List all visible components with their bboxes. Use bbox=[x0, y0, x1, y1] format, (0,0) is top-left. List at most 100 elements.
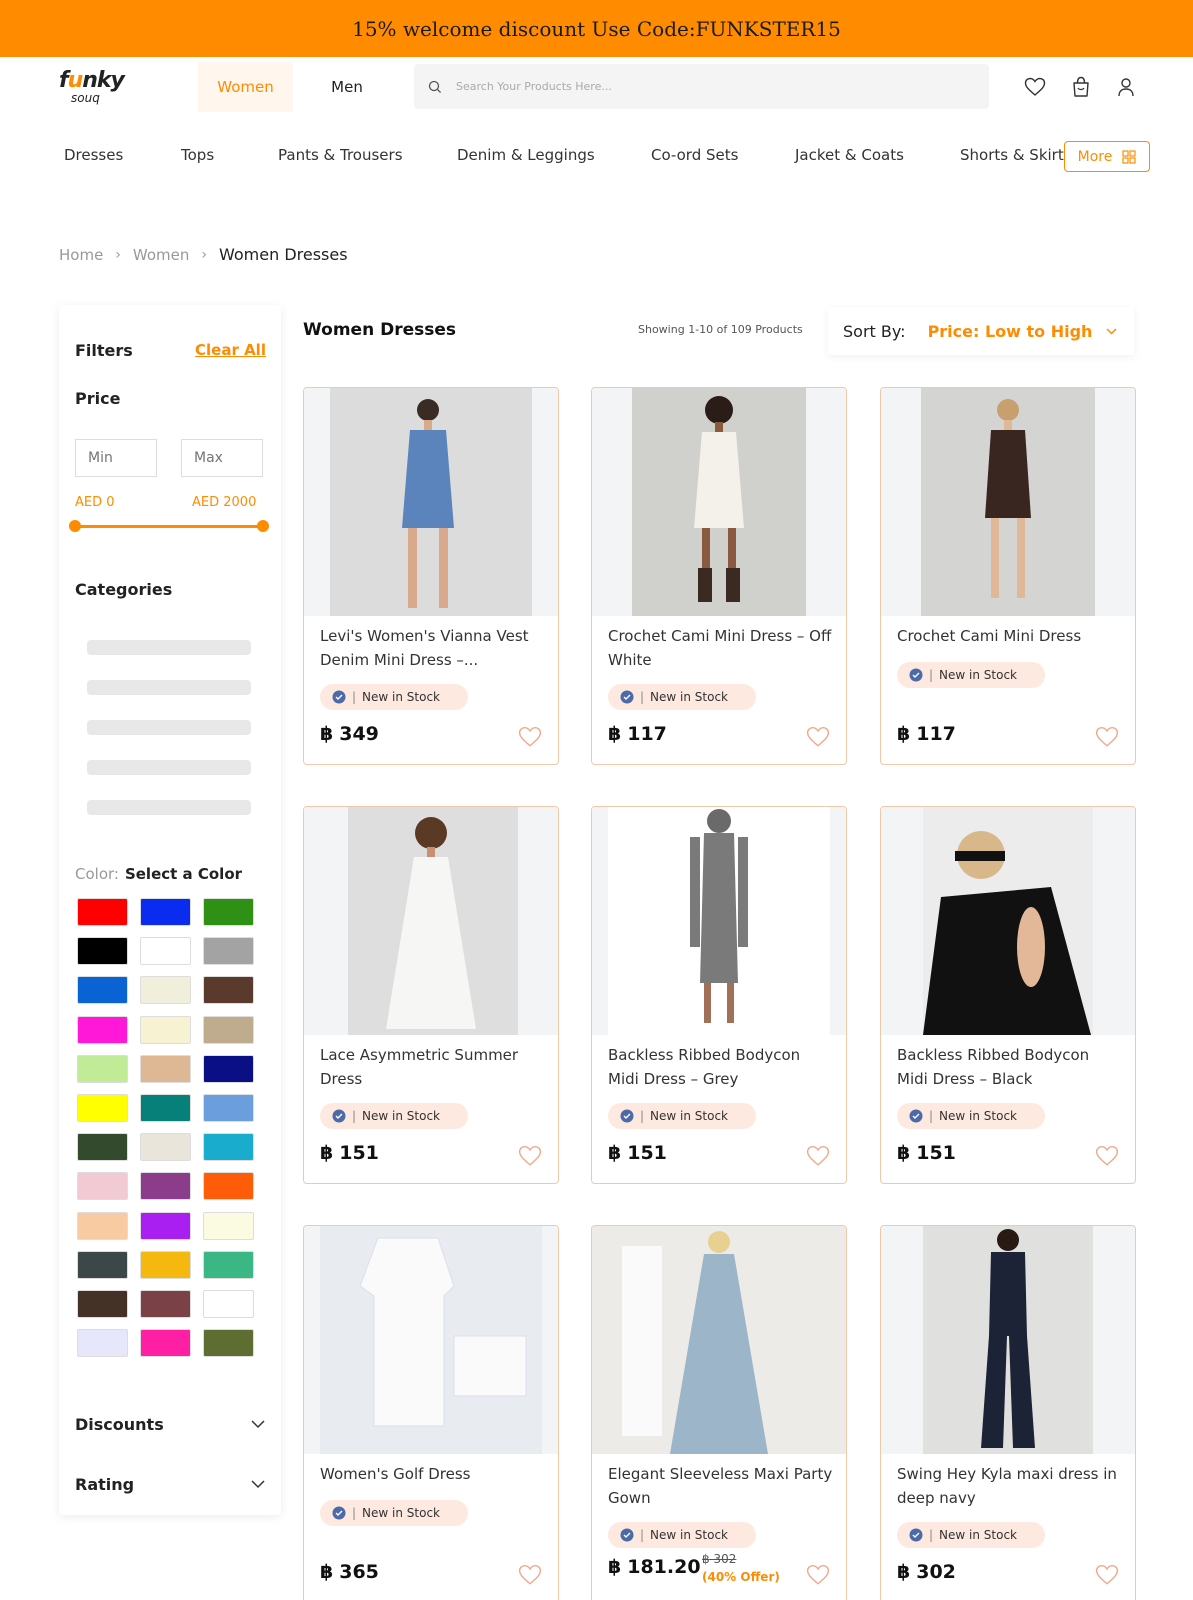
price-max-input[interactable] bbox=[181, 439, 263, 477]
tab-men[interactable]: Men bbox=[312, 62, 382, 112]
product-title[interactable]: Crochet Cami Mini Dress – Off White bbox=[608, 624, 834, 672]
color-swatch[interactable] bbox=[140, 1133, 191, 1162]
product-image[interactable] bbox=[881, 388, 1135, 616]
color-swatch[interactable] bbox=[77, 1290, 128, 1318]
search-input[interactable] bbox=[456, 80, 956, 93]
tab-women[interactable]: Women bbox=[198, 62, 293, 112]
category-jacket-coats[interactable]: Jacket & Coats bbox=[795, 146, 904, 164]
product-image[interactable] bbox=[304, 807, 558, 1035]
color-swatch[interactable] bbox=[203, 1329, 254, 1358]
color-swatch[interactable] bbox=[203, 1054, 254, 1083]
color-swatch[interactable] bbox=[140, 1094, 191, 1122]
account-button[interactable] bbox=[1113, 74, 1139, 100]
category-denim-leggings[interactable]: Denim & Leggings bbox=[457, 146, 595, 164]
price-slider-min-handle[interactable] bbox=[69, 520, 81, 532]
category-shorts-skirt[interactable]: Shorts & Skirt bbox=[960, 146, 1064, 164]
product-title[interactable]: Swing Hey Kyla maxi dress in deep navy bbox=[897, 1462, 1123, 1510]
color-swatch[interactable] bbox=[203, 1094, 254, 1122]
product-title[interactable]: Crochet Cami Mini Dress bbox=[897, 624, 1123, 648]
product-image[interactable] bbox=[304, 1226, 558, 1454]
color-swatch[interactable] bbox=[203, 1250, 254, 1279]
color-swatch[interactable] bbox=[203, 1172, 254, 1201]
product-title[interactable]: Women's Golf Dress bbox=[320, 1462, 546, 1486]
color-swatch[interactable] bbox=[203, 1133, 254, 1162]
category-co-ord-sets[interactable]: Co-ord Sets bbox=[651, 146, 738, 164]
product-title[interactable]: Lace Asymmetric Summer Dress bbox=[320, 1043, 546, 1091]
brand-logo[interactable]: funky souq bbox=[59, 70, 139, 106]
color-swatch[interactable] bbox=[140, 1329, 191, 1358]
product-card[interactable]: Levi's Women's Vianna Vest Denim Mini Dr… bbox=[303, 387, 559, 765]
color-swatch[interactable] bbox=[203, 898, 254, 926]
color-swatch[interactable] bbox=[77, 1329, 128, 1358]
product-image[interactable] bbox=[881, 807, 1135, 1035]
product-image[interactable] bbox=[592, 807, 846, 1035]
wishlist-toggle[interactable] bbox=[518, 1145, 544, 1169]
color-swatch[interactable] bbox=[140, 937, 191, 966]
color-swatch[interactable] bbox=[203, 1015, 254, 1044]
color-swatch[interactable] bbox=[77, 976, 128, 1005]
wishlist-toggle[interactable] bbox=[806, 726, 832, 750]
color-swatch[interactable] bbox=[140, 1172, 191, 1201]
color-swatch[interactable] bbox=[140, 1015, 191, 1044]
product-card[interactable]: Crochet Cami Mini Dress | New in Stock ฿ 1… bbox=[880, 387, 1136, 765]
color-swatch[interactable] bbox=[77, 1015, 128, 1044]
color-swatch[interactable] bbox=[140, 1290, 191, 1318]
product-image[interactable] bbox=[592, 1226, 846, 1454]
sort-dropdown[interactable]: Sort By: Price: Low to High bbox=[828, 307, 1134, 355]
wishlist-toggle[interactable] bbox=[518, 726, 544, 750]
color-swatch[interactable] bbox=[77, 937, 128, 966]
color-swatch[interactable] bbox=[77, 1250, 128, 1279]
color-swatch[interactable] bbox=[140, 898, 191, 926]
color-swatch[interactable] bbox=[203, 1290, 254, 1318]
color-swatch[interactable] bbox=[77, 1054, 128, 1083]
color-swatch[interactable] bbox=[77, 1133, 128, 1162]
breadcrumb-women[interactable]: Women bbox=[133, 246, 189, 264]
cart-button[interactable] bbox=[1068, 74, 1094, 100]
product-card[interactable]: Lace Asymmetric Summer Dress | New in Sto… bbox=[303, 806, 559, 1184]
category-tops[interactable]: Tops bbox=[181, 146, 214, 164]
product-title[interactable]: Levi's Women's Vianna Vest Denim Mini Dr… bbox=[320, 624, 546, 672]
color-swatch[interactable] bbox=[140, 1250, 191, 1279]
color-swatch[interactable] bbox=[140, 1211, 191, 1240]
color-swatch[interactable] bbox=[203, 976, 254, 1005]
product-card[interactable]: Women's Golf Dress | New in Stock ฿ 365 bbox=[303, 1225, 559, 1600]
wishlist-toggle[interactable] bbox=[1095, 1145, 1121, 1169]
clear-all-link[interactable]: Clear All bbox=[195, 341, 266, 359]
color-swatch[interactable] bbox=[77, 1211, 128, 1240]
wishlist-toggle[interactable] bbox=[1095, 726, 1121, 750]
breadcrumb-home[interactable]: Home bbox=[59, 246, 103, 264]
product-title[interactable]: Backless Ribbed Bodycon Midi Dress – Bla… bbox=[897, 1043, 1123, 1091]
wishlist-toggle[interactable] bbox=[806, 1145, 832, 1169]
product-card[interactable]: Swing Hey Kyla maxi dress in deep navy |… bbox=[880, 1225, 1136, 1600]
wishlist-button[interactable] bbox=[1022, 74, 1048, 100]
category-pants-trousers[interactable]: Pants & Trousers bbox=[278, 146, 403, 164]
product-title[interactable]: Elegant Sleeveless Maxi Party Gown bbox=[608, 1462, 834, 1510]
color-swatch[interactable] bbox=[77, 1172, 128, 1201]
color-swatch[interactable] bbox=[203, 1211, 254, 1240]
product-price: ฿ 349 bbox=[320, 723, 379, 745]
color-swatch[interactable] bbox=[203, 937, 254, 966]
product-title[interactable]: Backless Ribbed Bodycon Midi Dress – Gre… bbox=[608, 1043, 834, 1091]
price-min-input[interactable] bbox=[75, 439, 157, 477]
color-swatch[interactable] bbox=[77, 898, 128, 926]
wishlist-toggle[interactable] bbox=[518, 1564, 544, 1588]
product-image[interactable] bbox=[881, 1226, 1135, 1454]
product-card[interactable]: Crochet Cami Mini Dress – Off White | New… bbox=[591, 387, 847, 765]
category-dresses[interactable]: Dresses bbox=[64, 146, 123, 164]
product-image[interactable] bbox=[592, 388, 846, 616]
product-card[interactable]: Elegant Sleeveless Maxi Party Gown | New … bbox=[591, 1225, 847, 1600]
wishlist-toggle[interactable] bbox=[806, 1564, 832, 1588]
more-categories-button[interactable]: More bbox=[1064, 141, 1150, 172]
product-image[interactable] bbox=[304, 388, 558, 616]
wishlist-toggle[interactable] bbox=[1095, 1564, 1121, 1588]
price-slider-track[interactable] bbox=[75, 525, 263, 528]
color-swatch[interactable] bbox=[77, 1094, 128, 1122]
color-swatch[interactable] bbox=[140, 976, 191, 1005]
rating-accordion[interactable]: Rating bbox=[75, 1472, 265, 1496]
discounts-accordion[interactable]: Discounts bbox=[75, 1412, 265, 1436]
color-swatch[interactable] bbox=[140, 1054, 191, 1083]
search-bar[interactable] bbox=[414, 64, 989, 109]
price-slider-max-handle[interactable] bbox=[257, 520, 269, 532]
product-card[interactable]: Backless Ribbed Bodycon Midi Dress – Bla… bbox=[880, 806, 1136, 1184]
product-card[interactable]: Backless Ribbed Bodycon Midi Dress – Gre… bbox=[591, 806, 847, 1184]
